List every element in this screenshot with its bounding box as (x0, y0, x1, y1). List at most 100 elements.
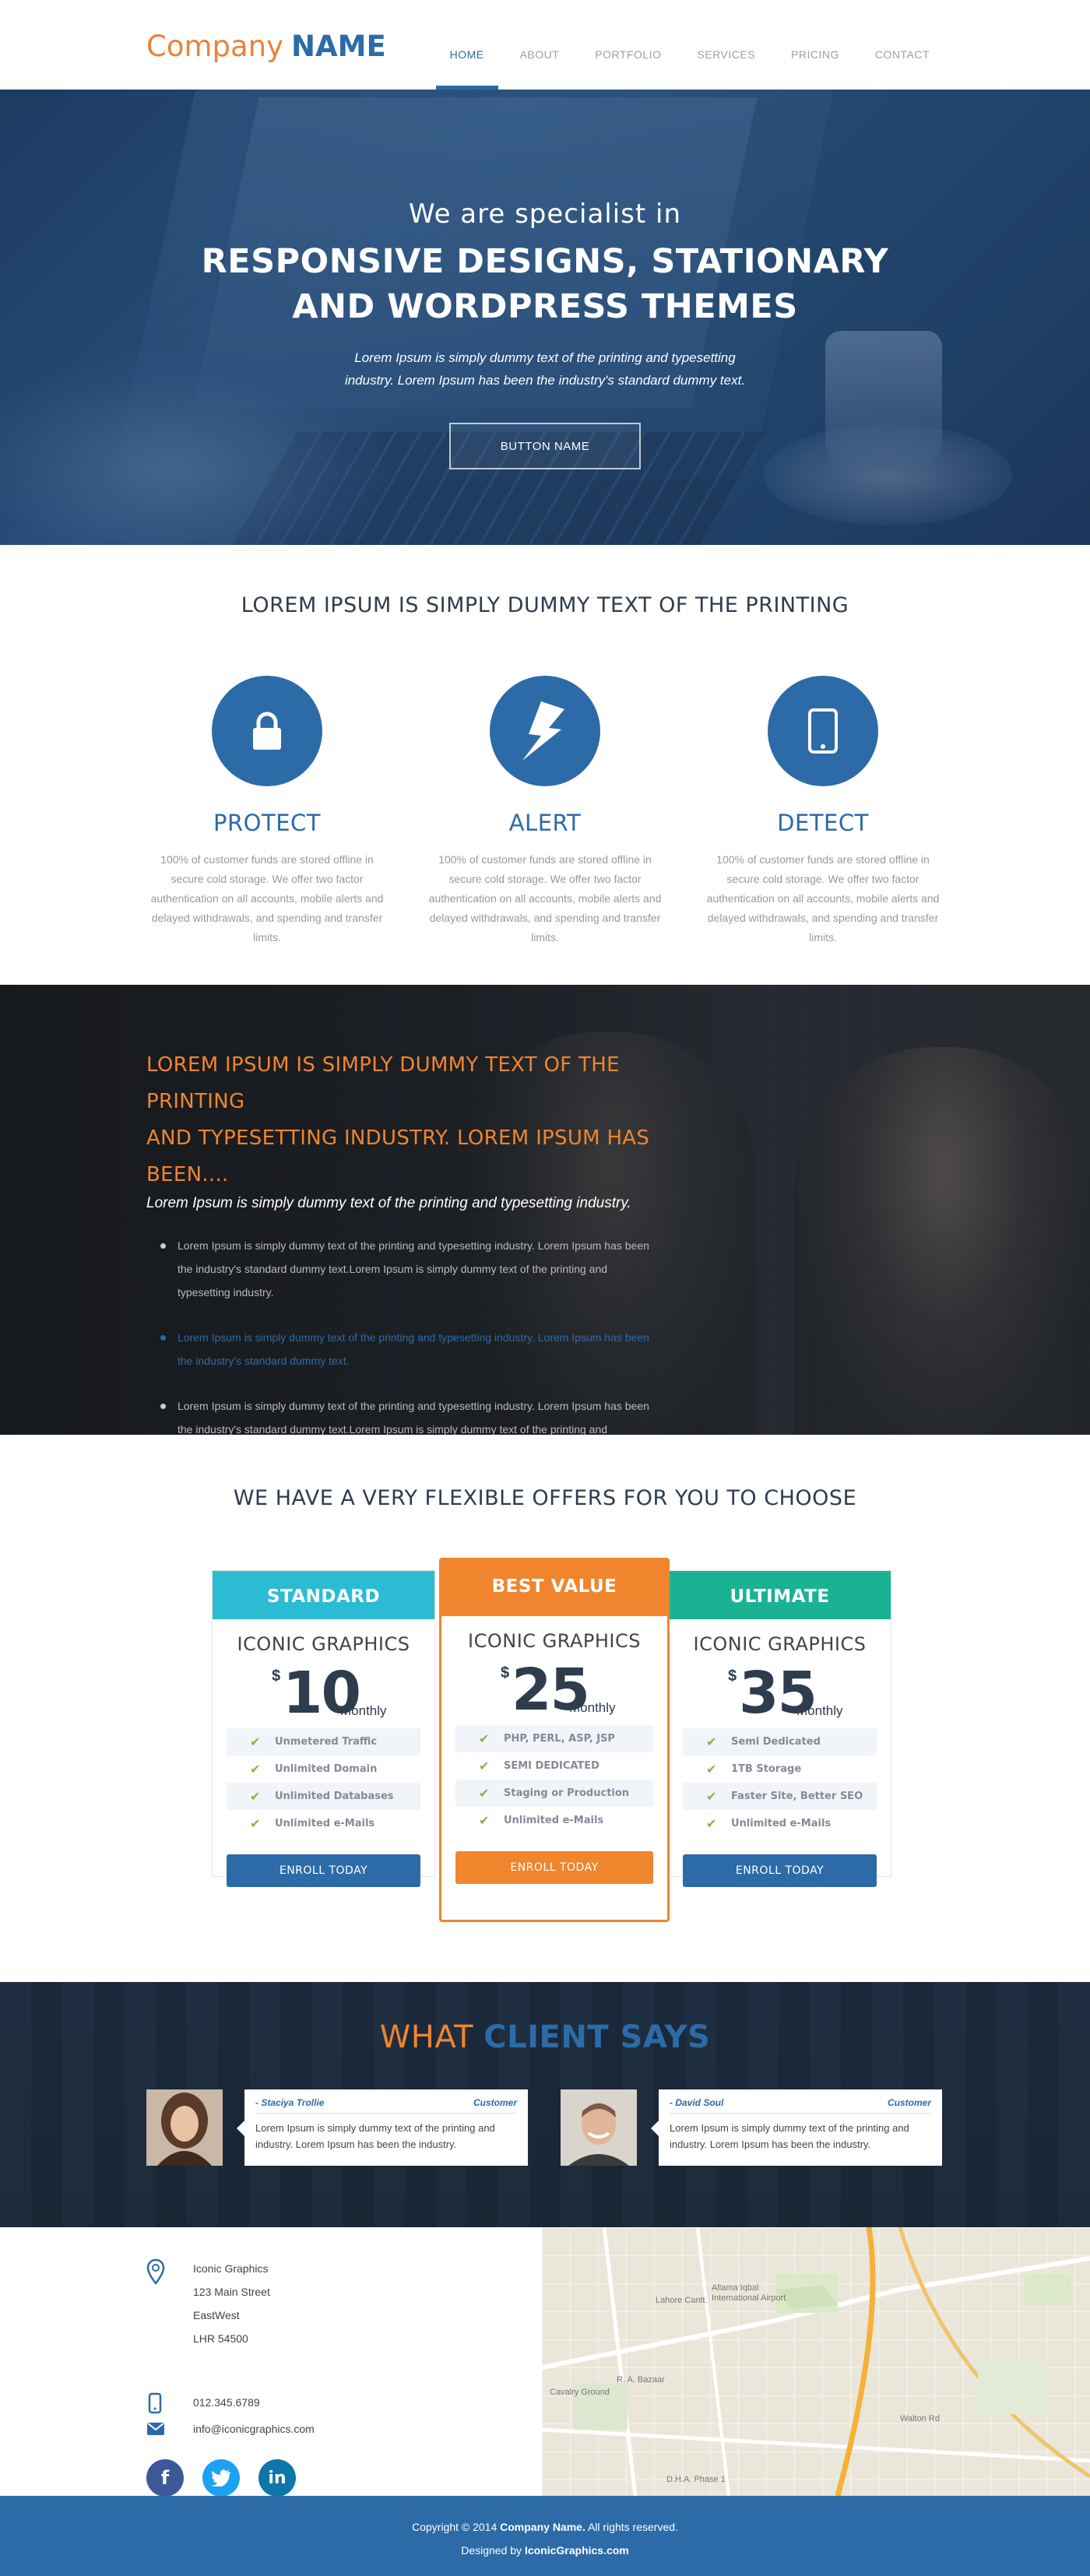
plan-price: $ 35 Monthly (669, 1658, 891, 1728)
testimonials-section: WHAT CLIENT SAYS - Staciya Trollie Custo… (0, 1982, 1090, 2227)
features-heading: LOREM IPSUM IS SIMPLY DUMMY TEXT OF THE … (241, 593, 849, 617)
nav-about[interactable]: ABOUT (506, 0, 574, 90)
list-item: Lorem Ipsum is simply dummy text of the … (160, 1234, 659, 1304)
plan-standard: STANDARD ICONIC GRAPHICS $ 10 Monthly ✔ U… (212, 1570, 435, 1887)
testimonial-author: - Staciya Trollie (255, 2097, 325, 2108)
nav-portfolio[interactable]: PORTFOLIO (581, 0, 675, 90)
enroll-button[interactable]: ENROLL TODAY (683, 1854, 877, 1887)
testimonials-heading-part1: WHAT (379, 2019, 474, 2055)
plan-best-value: BEST VALUE ICONIC GRAPHICS $ 25 Monthly … (439, 1558, 670, 1922)
map-label: D.H.A. Phase 1 (666, 2475, 726, 2484)
plan-feature-label: Unlimited Databases (275, 1791, 394, 1802)
about-section: LOREM IPSUM IS SIMPLY DUMMY TEXT OF THE … (0, 985, 1090, 1435)
testimonial-text: Lorem Ipsum is simply dummy text of the … (670, 2122, 909, 2150)
list-item-highlighted[interactable]: Lorem Ipsum is simply dummy text of the … (160, 1326, 659, 1372)
about-content: LOREM IPSUM IS SIMPLY DUMMY TEXT OF THE … (146, 1047, 691, 1435)
check-icon: ✔ (479, 1759, 490, 1773)
designed-by: Designed by IconicGraphics.com (0, 2544, 1090, 2557)
plan-features: ✔ PHP, PERL, ASP, JSP ✔ SEMI DEDICATED ✔ St… (455, 1725, 653, 1834)
plan-brand: ICONIC GRAPHICS (468, 1630, 641, 1652)
plan-feature: ✔ Semi Dedicated (683, 1728, 877, 1755)
features-row: PROTECT 100% of customer funds are store… (146, 676, 944, 947)
hero-title-line1: RESPONSIVE DESIGNS, STATIONARY (201, 242, 889, 281)
copyright-prefix: Copyright © 2014 (412, 2521, 498, 2533)
linkedin-icon[interactable]: in (258, 2459, 296, 2497)
twitter-icon[interactable] (202, 2459, 240, 2497)
pricing-section: WE HAVE A VERY FLEXIBLE OFFERS FOR YOU T… (0, 1435, 1090, 1982)
map-label: Allama Iqbal International Airport (712, 2283, 786, 2303)
site-footer: Copyright © 2014 Company Name. All right… (0, 2496, 1090, 2576)
map-label: Lahore Cantt. (656, 2296, 708, 2305)
nav-pricing[interactable]: PRICING (777, 0, 853, 90)
plan-feature-label: Unlimited Domain (275, 1763, 378, 1775)
feature-title: PROTECT (213, 810, 321, 836)
hero-subtitle-line2: industry. Lorem Ipsum has been the indus… (344, 373, 746, 388)
plan-feature: ✔ Staging or Production (455, 1780, 653, 1807)
about-heading: LOREM IPSUM IS SIMPLY DUMMY TEXT OF THE … (146, 1047, 691, 1193)
plan-feature: ✔ Unlimited e-Mails (683, 1810, 877, 1837)
plan-ultimate: ULTIMATE ICONIC GRAPHICS $ 35 Monthly ✔ S… (668, 1570, 891, 1887)
social-links: f in (146, 2459, 296, 2497)
plan-currency: $ (272, 1668, 281, 1685)
nav-home[interactable]: HOME (435, 0, 498, 90)
map-label: Walton Rd (900, 2414, 940, 2423)
mobile-icon (768, 676, 878, 786)
testimonials-heading-part2: CLIENT SAYS (483, 2019, 711, 2055)
designed-by-label: Designed by (461, 2544, 522, 2557)
map-roads (542, 2227, 1090, 2496)
lock-icon (212, 676, 322, 786)
plan-brand: ICONIC GRAPHICS (693, 1633, 867, 1655)
plan-feature: ✔ 1TB Storage (683, 1755, 877, 1783)
logo-name-text: NAME (291, 30, 386, 63)
testimonial-role: Customer (473, 2097, 517, 2108)
check-icon: ✔ (706, 1734, 717, 1749)
testimonial-role: Customer (887, 2097, 931, 2108)
map[interactable]: Lahore Cantt. Allama Iqbal International… (542, 2227, 1090, 2496)
feature-alert: ALERT 100% of customer funds are stored … (424, 676, 666, 947)
nav-contact[interactable]: CONTACT (861, 0, 944, 90)
about-heading-line1: LOREM IPSUM IS SIMPLY DUMMY TEXT OF THE … (146, 1053, 620, 1113)
enroll-button[interactable]: ENROLL TODAY (227, 1854, 420, 1887)
map-label: R. A. Bazaar (617, 2375, 665, 2384)
email-link[interactable]: info@iconicgraphics.com (193, 2417, 315, 2441)
copyright-rights: All rights reserved. (587, 2521, 678, 2533)
plan-price: $ 10 Monthly (213, 1658, 434, 1728)
check-icon: ✔ (706, 1762, 717, 1776)
avatar (561, 2089, 637, 2166)
logo[interactable]: Company NAME (146, 30, 386, 63)
enroll-button[interactable]: ENROLL TODAY (455, 1851, 653, 1884)
list-item: Lorem Ipsum is simply dummy text of the … (160, 1394, 659, 1435)
check-icon: ✔ (479, 1813, 490, 1828)
feature-detect: DETECT 100% of customer funds are stored… (702, 676, 944, 947)
testimonials-heading: WHAT CLIENT SAYS (0, 2019, 1090, 2055)
phone-number[interactable]: 012.345.6789 (193, 2391, 260, 2414)
designer-link[interactable]: IconicGraphics.com (525, 2544, 629, 2557)
testimonial-bubble: - Staciya Trollie Customer Lorem Ipsum i… (237, 2089, 528, 2166)
hero-title: RESPONSIVE DESIGNS, STATIONARY AND WORDP… (0, 239, 1090, 329)
address-line: 123 Main Street (193, 2286, 270, 2298)
contact-section: Iconic Graphics 123 Main Street EastWest… (0, 2227, 1090, 2497)
plan-feature-label: PHP, PERL, ASP, JSP (504, 1733, 615, 1745)
feature-protect: PROTECT 100% of customer funds are store… (146, 676, 388, 947)
check-icon: ✔ (479, 1731, 490, 1746)
testimonial-card: - Staciya Trollie Customer Lorem Ipsum i… (146, 2089, 528, 2167)
plan-features: ✔ Unmetered Traffic ✔ Unlimited Domain ✔ Un… (227, 1728, 420, 1837)
nav-services[interactable]: SERVICES (683, 0, 769, 90)
testimonial-bubble: - David Soul Customer Lorem Ipsum is sim… (651, 2089, 942, 2166)
plan-feature-label: Unlimited e-Mails (504, 1815, 604, 1826)
facebook-icon[interactable]: f (146, 2459, 184, 2497)
plan-feature: ✔ PHP, PERL, ASP, JSP (455, 1725, 653, 1752)
plan-feature: ✔ Unlimited Domain (227, 1755, 420, 1783)
hero-button[interactable]: BUTTON NAME (449, 423, 641, 469)
check-icon: ✔ (250, 1789, 261, 1804)
plan-period: Monthly (569, 1700, 616, 1715)
check-icon: ✔ (250, 1734, 261, 1749)
plan-period: Monthly (796, 1703, 843, 1718)
plan-feature-label: Faster Site, Better SEO (731, 1791, 863, 1802)
hero-content: We are specialist in RESPONSIVE DESIGNS,… (0, 90, 1090, 469)
about-list: Lorem Ipsum is simply dummy text of the … (146, 1234, 691, 1435)
plan-price: $ 25 Monthly (441, 1655, 667, 1725)
pricing-plans: STANDARD ICONIC GRAPHICS $ 10 Monthly ✔ U… (212, 1558, 892, 1922)
testimonial-author: - David Soul (670, 2097, 724, 2108)
feature-text: 100% of customer funds are stored offlin… (150, 853, 384, 944)
